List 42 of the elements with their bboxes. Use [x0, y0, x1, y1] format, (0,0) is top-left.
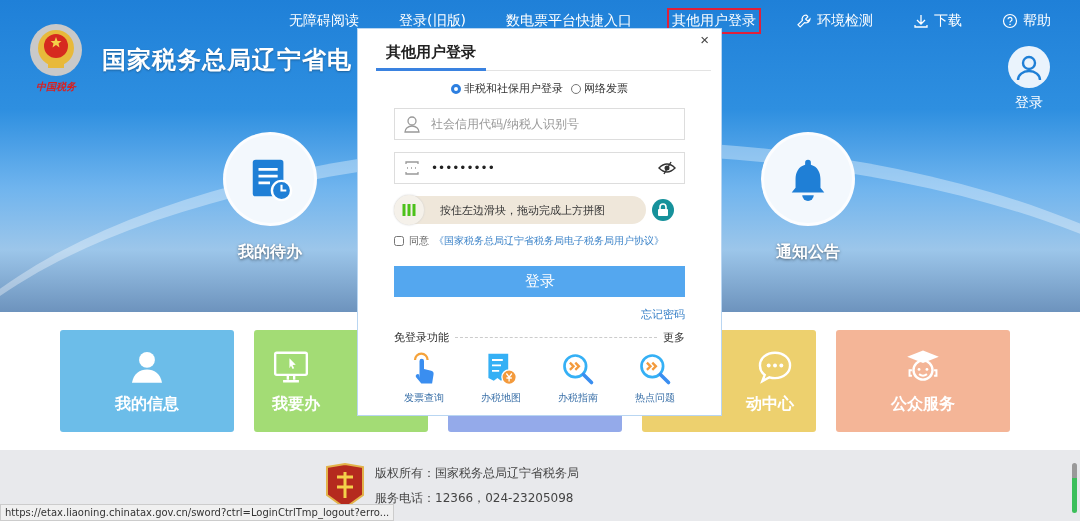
- more-link[interactable]: 更多: [663, 330, 685, 345]
- account-input[interactable]: 社会信用代码/纳税人识别号: [429, 109, 676, 139]
- slider-hint: 按住左边滑块，拖动完成上方拼图: [440, 202, 605, 218]
- hidden-eye-icon[interactable]: [658, 159, 676, 177]
- forgot-password-link[interactable]: 忘记密码: [641, 307, 685, 322]
- nav-link[interactable]: 帮助: [997, 8, 1056, 34]
- wrench-icon: [796, 13, 812, 29]
- close-button[interactable]: ×: [698, 31, 711, 48]
- phone-text: 服务电话：12366，024-23205098: [375, 489, 575, 507]
- user-icon: [403, 115, 421, 133]
- logo-caption: 中国税务: [36, 80, 76, 94]
- site-title: 国家税务总局辽宁省电: [102, 45, 352, 76]
- agree-label: 同意: [409, 234, 429, 248]
- nav-link[interactable]: 下载: [908, 8, 967, 34]
- nav-link[interactable]: 无障碍阅读: [284, 8, 365, 34]
- service-card[interactable]: 我的信息: [60, 330, 234, 432]
- password-field[interactable]: •••••••••: [394, 152, 685, 184]
- password-input[interactable]: •••••••••: [429, 153, 650, 183]
- search-icon: [637, 351, 673, 387]
- agreement-link[interactable]: 《国家税务总局辽宁省税务局电子税务局用户协议》: [434, 234, 664, 248]
- search-icon: [560, 351, 596, 387]
- user-avatar-icon[interactable]: [1008, 46, 1050, 88]
- dialog-tab[interactable]: 其他用户登录: [376, 29, 486, 71]
- emblem-icon: [28, 22, 84, 78]
- radio-label[interactable]: 非税和社保用户登录: [464, 81, 563, 96]
- scrollbar[interactable]: [1072, 463, 1077, 513]
- shortcut-link[interactable]: 办税地图: [481, 391, 521, 405]
- lock-icon: [652, 199, 674, 221]
- help-icon: [1002, 13, 1018, 29]
- login-button[interactable]: 登录: [394, 266, 685, 297]
- radio-label[interactable]: 网络发票: [584, 81, 628, 96]
- account-field[interactable]: 社会信用代码/纳税人识别号: [394, 108, 685, 140]
- radio-button[interactable]: [451, 83, 461, 94]
- download-icon: [913, 13, 929, 29]
- slider-handle[interactable]: [394, 195, 424, 225]
- shortcut-link[interactable]: 办税指南: [558, 391, 598, 405]
- nav-link[interactable]: 环境检测: [791, 8, 878, 34]
- keypad-icon: [403, 159, 421, 177]
- copyright-text: 版权所有：国家税务总局辽宁省税务局: [375, 464, 579, 482]
- login-link[interactable]: 登录: [1015, 94, 1043, 112]
- status-url: https://etax.liaoning.chinatax.gov.cn/sword?ctrl=LoginCtrlTmp_logout?erro...: [0, 504, 395, 521]
- agree-checkbox[interactable]: [394, 236, 404, 246]
